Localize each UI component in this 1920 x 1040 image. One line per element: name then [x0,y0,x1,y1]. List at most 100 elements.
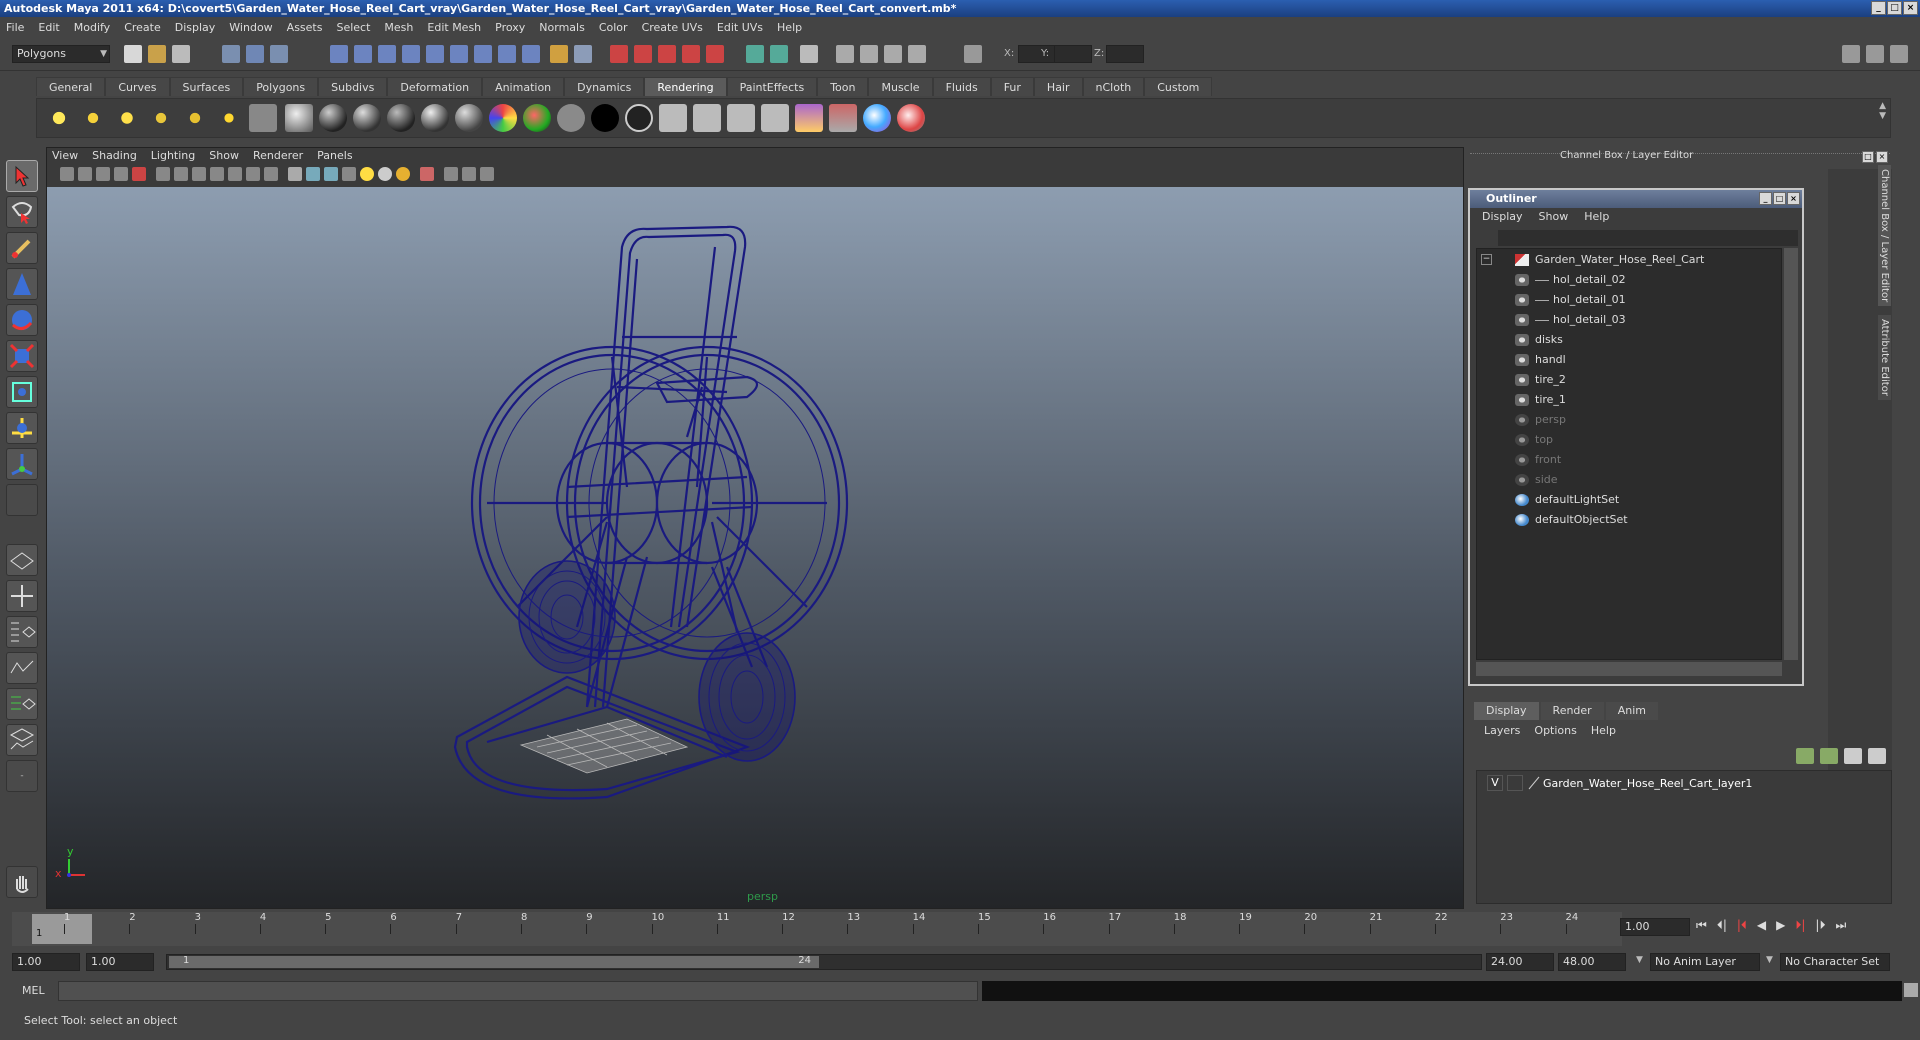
menu-file[interactable]: File [6,21,24,34]
shelf-tab-ncloth[interactable]: nCloth [1082,77,1145,96]
step-forward-frame-icon[interactable]: |⏵ [1815,918,1825,933]
render-view-shelf-icon[interactable] [693,104,721,132]
absolute-transform-icon[interactable] [964,45,982,63]
menu-assets[interactable]: Assets [287,21,323,34]
select-camera-icon[interactable] [60,167,74,181]
panel-float-button[interactable]: □ [1862,151,1874,163]
scale-tool-icon[interactable] [6,340,38,372]
animation-end-field[interactable]: 48.00 [1558,953,1626,971]
range-slider-handle[interactable]: 1 24 [169,955,819,968]
outliner-item[interactable]: − Garden_Water_Hose_Reel_Cart [1477,251,1777,269]
area-light-icon[interactable] [181,104,209,132]
layer-menu-help[interactable]: Help [1591,724,1616,737]
outliner-item[interactable]: handl [1477,351,1777,369]
render-view-icon[interactable] [836,45,854,63]
shelf-tab-toon[interactable]: Toon [817,77,869,96]
film-gate-icon[interactable] [174,167,188,181]
camera-aim-icon[interactable] [249,104,277,132]
paint-shader-icon[interactable] [897,104,925,132]
safe-action-icon[interactable] [246,167,260,181]
time-slider[interactable]: 1 1 2 3 4 5 6 7 8 9 10 11 12 13 14 15 16 17 18 19 20 21 22 23 2… [12,912,1622,946]
menu-create-uvs[interactable]: Create UVs [642,21,703,34]
lambert-sphere-icon[interactable] [319,104,347,132]
bookmarks-icon[interactable] [96,167,110,181]
gate-mask-icon[interactable] [210,167,224,181]
textured-icon[interactable] [342,167,356,181]
menu-edit-uvs[interactable]: Edit UVs [717,21,763,34]
step-back-frame-icon[interactable]: ⏴| [1717,918,1727,933]
lasso-tool-icon[interactable] [6,196,38,228]
blinn-sphere-icon[interactable] [353,104,381,132]
outliner-item[interactable]: disks [1477,331,1777,349]
select-rendering-icon[interactable] [474,45,492,63]
select-dynamics-icon[interactable] [450,45,468,63]
render-settings-shelf-icon[interactable] [727,104,755,132]
play-backward-icon[interactable]: ◀ [1757,918,1766,933]
menu-select[interactable]: Select [336,21,370,34]
paint-select-tool-icon[interactable] [6,232,38,264]
highlight-selection-icon[interactable] [574,45,592,63]
move-layer-up-icon[interactable] [1796,748,1814,764]
outliner-item[interactable]: defaultObjectSet [1477,511,1777,529]
wireframe-icon[interactable] [288,167,302,181]
phonge-sphere-icon[interactable] [421,104,449,132]
character-set-dropdown[interactable]: No Character Set [1780,953,1890,971]
outliner-item[interactable]: persp [1477,411,1777,429]
vp-menu-renderer[interactable]: Renderer [253,149,303,165]
mel-input[interactable] [58,981,978,1001]
outliner-list[interactable]: − Garden_Water_Hose_Reel_Cart hol_detail_0… [1476,248,1782,660]
mel-label[interactable]: MEL [22,984,45,997]
high-quality-icon[interactable] [462,167,476,181]
animation-start-field[interactable]: 1.00 [12,953,80,971]
move-layer-down-icon[interactable] [1820,748,1838,764]
close-button[interactable]: × [1903,1,1918,15]
minimize-button[interactable]: _ [1871,1,1886,15]
show-manipulator-icon[interactable] [6,448,38,480]
range-slider[interactable]: 1 24 [166,954,1482,970]
output-ops-icon[interactable] [770,45,788,63]
outliner-horizontal-scrollbar[interactable] [1476,662,1782,676]
volume-light-icon[interactable] [215,104,243,132]
render-frame-icon[interactable] [860,45,878,63]
shelf-tab-general[interactable]: General [36,77,106,96]
menu-color[interactable]: Color [599,21,628,34]
outliner-titlebar[interactable]: Outliner _ □ × [1470,190,1802,208]
vp-menu-view[interactable]: View [52,149,78,165]
menu-mesh[interactable]: Mesh [384,21,413,34]
shelf-tab-surfaces[interactable]: Surfaces [169,77,244,96]
save-scene-icon[interactable] [172,45,190,63]
outliner-menu-show[interactable]: Show [1539,210,1569,228]
open-scene-icon[interactable] [148,45,166,63]
layout-four-view-icon[interactable] [6,580,38,612]
menu-proxy[interactable]: Proxy [495,21,525,34]
layout-more-icon[interactable]: - [6,760,38,792]
layout-graph-persp-icon[interactable] [6,652,38,684]
outliner-menu-help[interactable]: Help [1584,210,1609,228]
x-field[interactable] [1018,45,1056,63]
shelf-tab-custom[interactable]: Custom [1144,77,1213,96]
select-object-icon[interactable] [246,45,264,63]
outliner-item[interactable]: tire_1 [1477,391,1777,409]
menu-set-dropdown[interactable]: Polygons ▼ [12,45,110,63]
snap-view-plane-icon[interactable] [682,45,700,63]
maximize-button[interactable]: □ [1887,1,1902,15]
outliner-item[interactable]: top [1477,431,1777,449]
step-forward-key-icon[interactable]: ⏵| [1795,918,1805,933]
two-d-pan-zoom-icon[interactable] [132,167,146,181]
input-ops-icon[interactable] [746,45,764,63]
shelf-tab-painteffects[interactable]: PaintEffects [726,77,818,96]
menu-edit[interactable]: Edit [38,21,59,34]
current-frame-field[interactable]: 1.00 [1620,918,1690,936]
anim-layer-chevron-icon[interactable]: ▼ [1636,955,1643,965]
select-curves-icon[interactable] [378,45,396,63]
shading-map-icon[interactable] [625,104,653,132]
layer-color-icon[interactable] [1527,775,1541,791]
go-to-end-icon[interactable]: ⏭ [1835,918,1846,933]
shelf-tab-rendering[interactable]: Rendering [644,77,727,96]
outliner-item[interactable]: hol_detail_01 [1477,291,1777,309]
batch-render-icon[interactable] [829,104,857,132]
ramp-shader-icon[interactable] [489,104,517,132]
select-handles-icon[interactable] [330,45,348,63]
menu-display[interactable]: Display [175,21,216,34]
menu-edit-mesh[interactable]: Edit Mesh [427,21,481,34]
